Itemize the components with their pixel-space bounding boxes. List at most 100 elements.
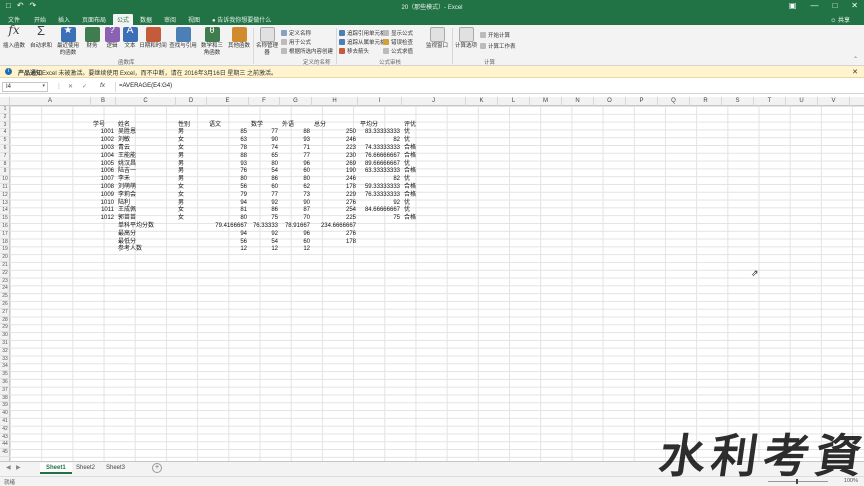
row-header[interactable]: 1 bbox=[0, 106, 10, 114]
column-header[interactable]: M bbox=[530, 97, 562, 106]
row-header[interactable]: 36 bbox=[0, 379, 10, 387]
cell[interactable]: 62 bbox=[282, 184, 310, 192]
row-header[interactable]: 40 bbox=[0, 410, 10, 418]
tell-me-search[interactable]: ● 告诉我你想要做什么 bbox=[212, 15, 271, 24]
cell[interactable]: 1005 bbox=[93, 161, 114, 169]
row-header[interactable]: 24 bbox=[0, 285, 10, 294]
row-header[interactable]: 17 bbox=[0, 231, 10, 239]
cell[interactable]: 54 bbox=[251, 168, 278, 176]
collapse-ribbon-icon[interactable]: ⌃ bbox=[853, 56, 858, 63]
cell[interactable]: 246 bbox=[314, 176, 356, 184]
column-header[interactable]: S bbox=[722, 97, 754, 106]
select-all-corner[interactable] bbox=[0, 97, 10, 106]
cell[interactable]: 优 bbox=[404, 137, 464, 145]
row-header[interactable]: 3 bbox=[0, 122, 10, 130]
cell[interactable]: 94 bbox=[209, 231, 247, 239]
cell[interactable]: 女 bbox=[178, 145, 205, 153]
cell[interactable]: 83.33333333 bbox=[360, 129, 400, 137]
cell[interactable]: 76.33333 bbox=[251, 223, 278, 231]
column-header[interactable]: H bbox=[312, 97, 358, 106]
sheet-prev-icon[interactable]: ◀ bbox=[6, 464, 11, 471]
error-checking-button[interactable]: 错误检查 bbox=[383, 38, 413, 46]
row-header[interactable]: 21 bbox=[0, 262, 10, 270]
logical-button[interactable]: ? 逻辑 bbox=[103, 26, 121, 50]
cell[interactable]: 女 bbox=[178, 137, 205, 145]
cell[interactable]: 刘萌萌 bbox=[118, 184, 174, 192]
row-header[interactable]: 5 bbox=[0, 137, 10, 145]
column-header[interactable]: I bbox=[358, 97, 402, 106]
cell[interactable]: 75 bbox=[251, 215, 278, 223]
cell[interactable]: 女 bbox=[178, 184, 205, 192]
row-header[interactable]: 38 bbox=[0, 395, 10, 403]
column-header[interactable]: O bbox=[594, 97, 626, 106]
cell[interactable]: 92 bbox=[251, 200, 278, 208]
recent-functions-button[interactable]: ★ 最近使用的函数 bbox=[55, 26, 81, 57]
cell[interactable]: 合格 bbox=[404, 153, 464, 161]
cell[interactable]: 数学 bbox=[251, 122, 278, 130]
cell[interactable]: 总分 bbox=[314, 122, 356, 130]
cell[interactable]: 178 bbox=[314, 239, 356, 247]
column-header[interactable]: R bbox=[690, 97, 722, 106]
cell[interactable]: 92 bbox=[251, 231, 278, 239]
cell[interactable]: 190 bbox=[314, 168, 356, 176]
cell[interactable]: 254 bbox=[314, 207, 356, 215]
cell[interactable]: 女 bbox=[178, 192, 205, 200]
cell[interactable]: 最高分 bbox=[118, 231, 174, 239]
calc-options-button[interactable]: 计算选项 bbox=[455, 27, 477, 50]
cell[interactable]: 88 bbox=[282, 129, 310, 137]
row-header[interactable]: 4 bbox=[0, 129, 10, 138]
cell[interactable]: 77 bbox=[251, 129, 278, 137]
cell[interactable]: 84.66666667 bbox=[360, 207, 400, 215]
cell[interactable]: 单科平均分数 bbox=[118, 223, 174, 231]
row-header[interactable]: 28 bbox=[0, 317, 10, 325]
date-time-button[interactable]: 日期和时间 bbox=[139, 27, 167, 50]
cell[interactable]: 合格 bbox=[404, 215, 464, 223]
cell-area[interactable]: 学号 姓名 性别 语文 数学 外语 总分 平均分 评优 1001 吴胜恩男 85 77 88 250 83.3… bbox=[10, 106, 864, 461]
tab-formulas[interactable]: 公式 bbox=[113, 14, 134, 25]
cell[interactable]: 优 bbox=[404, 129, 464, 137]
row-header[interactable]: 43 bbox=[0, 434, 10, 442]
cell[interactable]: 60 bbox=[282, 239, 310, 247]
column-header[interactable]: D bbox=[176, 97, 207, 106]
cell[interactable]: 276 bbox=[314, 200, 356, 208]
row-header[interactable]: 42 bbox=[0, 426, 10, 434]
row-header[interactable]: 14 bbox=[0, 207, 10, 216]
cell[interactable]: 王能能 bbox=[118, 153, 174, 161]
cell[interactable]: 74 bbox=[251, 145, 278, 153]
column-header[interactable]: J bbox=[402, 97, 466, 106]
column-header[interactable]: V bbox=[818, 97, 850, 106]
row-header[interactable]: 9 bbox=[0, 168, 10, 177]
cell[interactable]: 青云 bbox=[118, 145, 174, 153]
cell[interactable]: 60 bbox=[282, 168, 310, 176]
show-formulas-button[interactable]: 显示公式 bbox=[383, 29, 413, 37]
cell[interactable]: 60 bbox=[251, 184, 278, 192]
cell[interactable]: 78.91667 bbox=[282, 223, 310, 231]
sheet-next-icon[interactable]: ▶ bbox=[16, 464, 21, 471]
cell[interactable]: 郭苗苗 bbox=[118, 215, 174, 223]
calculate-now-button[interactable]: 开始计算 bbox=[480, 31, 510, 39]
cell[interactable]: 229 bbox=[314, 192, 356, 200]
cell[interactable]: 合格 bbox=[404, 192, 464, 200]
cell[interactable]: 276 bbox=[314, 231, 356, 239]
cell[interactable]: 80 bbox=[282, 176, 310, 184]
row-header[interactable]: 45 bbox=[0, 449, 10, 457]
row-header[interactable]: 20 bbox=[0, 254, 10, 262]
row-header[interactable]: 2 bbox=[0, 114, 10, 122]
cell[interactable]: 93 bbox=[209, 161, 247, 169]
cell[interactable]: 93 bbox=[282, 137, 310, 145]
cell[interactable]: 81 bbox=[209, 207, 247, 215]
cell[interactable]: 语文 bbox=[209, 122, 247, 130]
insert-function-icon[interactable]: fx bbox=[100, 82, 105, 89]
minimize-icon[interactable]: — bbox=[810, 1, 818, 10]
cell[interactable]: 56 bbox=[209, 184, 247, 192]
cell[interactable]: 77 bbox=[251, 192, 278, 200]
create-from-selection-button[interactable]: 根据所选内容创建 bbox=[281, 47, 333, 55]
column-header[interactable]: A bbox=[10, 97, 91, 106]
cell[interactable]: 269 bbox=[314, 161, 356, 169]
worksheet-grid[interactable]: ABCDEFGHIJKLMNOPQRSTUV 1 2 3 4 5 6 7 8 9 10 11 12 13… bbox=[0, 97, 864, 461]
row-header[interactable]: 34 bbox=[0, 363, 10, 372]
cell[interactable]: 刘敏 bbox=[118, 137, 174, 145]
cell[interactable]: 90 bbox=[251, 137, 278, 145]
enter-icon[interactable]: ✓ bbox=[82, 83, 87, 90]
row-header[interactable]: 23 bbox=[0, 278, 10, 286]
